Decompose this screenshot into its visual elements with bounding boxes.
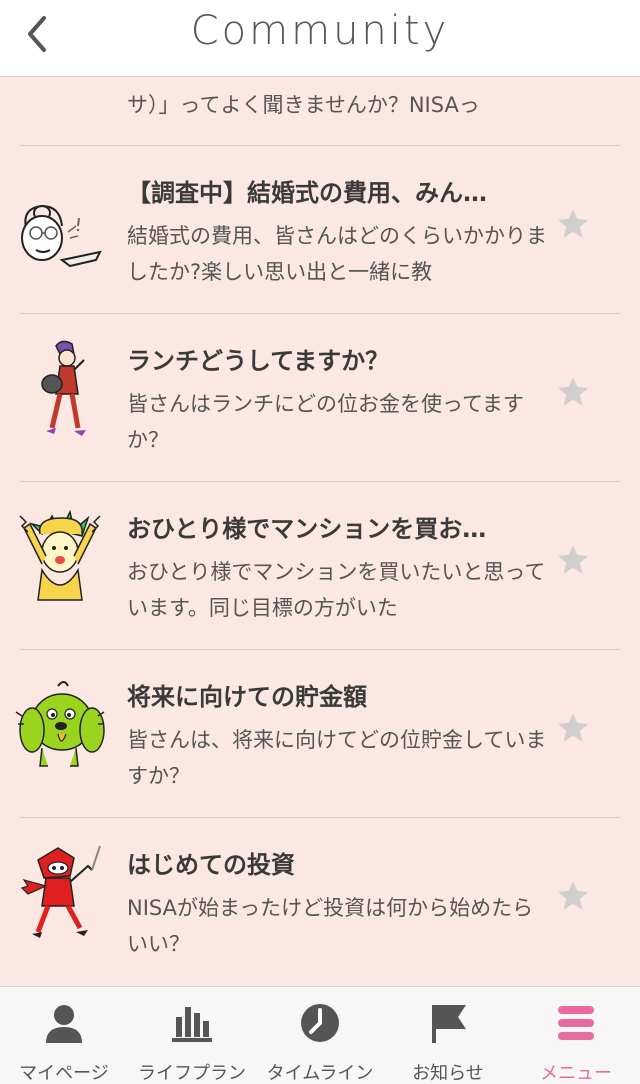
green-dog-icon: [12, 672, 112, 782]
item-title: おひとり様でマンションを買お…: [127, 515, 487, 543]
list-item[interactable]: はじめての投資 NISAが始まったけど投資は何から始めたらいい？: [0, 818, 640, 985]
flag-icon: [432, 1005, 466, 1043]
navigation-bar: Community: [0, 0, 640, 77]
list-item-body: サ）」ってよく聞きませんか？NISAっ: [127, 93, 480, 117]
item-body: おひとり様でマンションを買いたいと思っています。同じ目標の方がいた: [127, 560, 546, 620]
tab-label: マイページ: [19, 1063, 109, 1084]
list-item-partial[interactable]: サ）」ってよく聞きませんか？NISAっ: [0, 77, 640, 145]
list-item[interactable]: 【調査中】結婚式の費用、みん… 結婚式の費用、皆さんはどのくらいかかりましたか?…: [0, 146, 640, 313]
item-body: 皆さんは、将来に向けてどの位貯金していますか？: [127, 728, 547, 788]
surprised-person-hands-up-icon: [12, 504, 112, 614]
tab-menu[interactable]: メニュー: [512, 987, 640, 1084]
tab-label: メニュー: [540, 1063, 612, 1084]
tab-lifeplan[interactable]: ライフプラン: [128, 987, 256, 1084]
tab-label: ライフプラン: [138, 1063, 246, 1084]
item-title: 【調査中】結婚式の費用、みん…: [127, 179, 487, 207]
topic-list: サ）」ってよく聞きませんか？NISAっ 【調査中】結婚式の費用、みん… 結婚式の…: [0, 0, 640, 986]
walking-woman-with-bag-icon: [12, 336, 112, 446]
list-item[interactable]: 将来に向けての貯金額 皆さんは、将来に向けてどの位貯金していますか？: [0, 650, 640, 817]
tab-timeline[interactable]: タイムライン: [256, 987, 384, 1084]
item-title: はじめての投資: [127, 851, 295, 879]
star-icon[interactable]: [555, 206, 591, 242]
woman-with-glasses-pointing-icon: [12, 168, 112, 278]
star-icon[interactable]: [555, 710, 591, 746]
tab-label: タイムライン: [266, 1063, 374, 1084]
page-title: Community: [190, 8, 450, 54]
item-body: 結婚式の費用、皆さんはどのくらいかかりましたか?楽しい思い出と一緒に教: [127, 224, 547, 284]
clock-icon: [301, 1004, 339, 1042]
red-ninja-icon: [12, 840, 112, 950]
tab-mypage[interactable]: マイページ: [0, 987, 128, 1084]
tab-bar: マイページ ライフプラン タイムライン お知らせ メニュー: [0, 986, 640, 1084]
item-title: ランチどうしてますか？: [127, 347, 390, 375]
tab-label: お知らせ: [412, 1063, 484, 1084]
person-icon: [46, 1005, 82, 1043]
item-body: NISAが始まったけど投資は何から始めたらいい？: [127, 896, 534, 956]
list-item[interactable]: ランチどうしてますか？ 皆さんはランチにどの位お金を使ってますか？: [0, 314, 640, 481]
star-icon[interactable]: [555, 374, 591, 410]
star-icon[interactable]: [555, 878, 591, 914]
item-title: 将来に向けての貯金額: [127, 683, 367, 711]
menu-icon: [558, 1006, 594, 1040]
list-item[interactable]: おひとり様でマンションを買お… おひとり様でマンションを買いたいと思っています。…: [0, 482, 640, 649]
tab-notifications[interactable]: お知らせ: [384, 987, 512, 1084]
star-icon[interactable]: [555, 542, 591, 578]
bar-chart-icon: [172, 1007, 212, 1042]
item-body: 皆さんはランチにどの位お金を使ってますか？: [127, 392, 524, 452]
